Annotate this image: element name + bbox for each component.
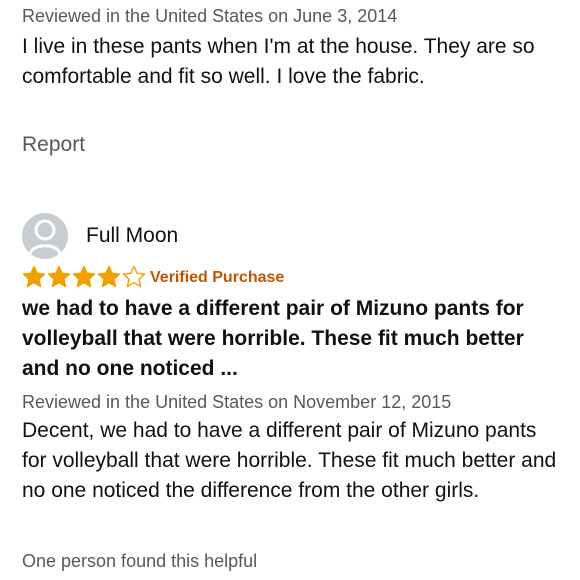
author-name[interactable]: Full Moon bbox=[86, 224, 178, 248]
star-empty-icon bbox=[122, 265, 146, 288]
user-silhouette-icon bbox=[28, 219, 62, 255]
review-body: Decent, we had to have a different pair … bbox=[22, 419, 557, 502]
star-filled-icon bbox=[47, 265, 71, 288]
report-link[interactable]: Report bbox=[22, 133, 85, 157]
avatar bbox=[22, 213, 68, 259]
review-date: Reviewed in the United States on June 3,… bbox=[22, 6, 398, 26]
verified-purchase-badge: Verified Purchase bbox=[150, 269, 285, 286]
star-rating bbox=[22, 265, 146, 288]
review-date: Reviewed in the United States on Novembe… bbox=[22, 392, 452, 412]
star-filled-icon bbox=[97, 265, 121, 288]
review-title[interactable]: we had to have a different pair of Mizun… bbox=[22, 294, 562, 384]
helpful-count: One person found this helpful bbox=[22, 551, 258, 571]
star-filled-icon bbox=[22, 265, 46, 288]
review-body: I live in these pants when I'm at the ho… bbox=[22, 35, 535, 88]
star-filled-icon bbox=[72, 265, 96, 288]
